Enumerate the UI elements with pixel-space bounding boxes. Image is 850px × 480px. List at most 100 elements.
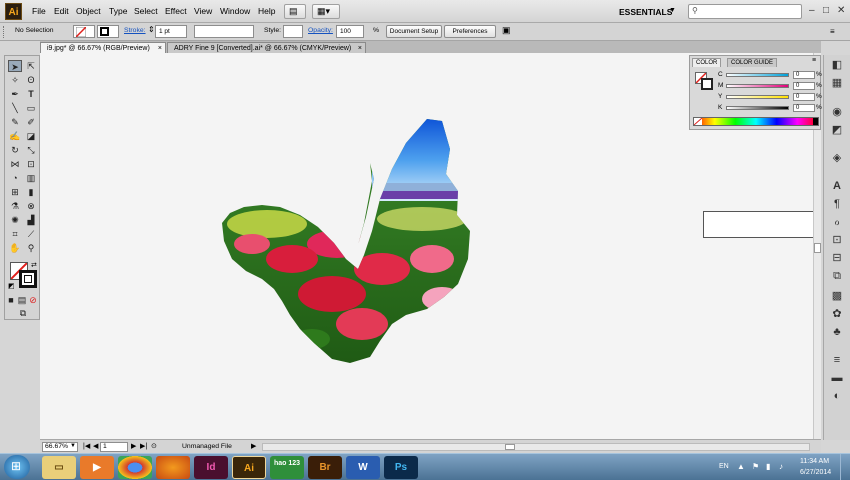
next-artboard-icon[interactable]: ▶ [131,442,136,450]
variable-width-profile[interactable] [194,25,254,38]
color-mode-icon[interactable]: ■ [6,294,16,306]
direct-selection-tool-icon[interactable]: ⇱ [24,60,38,72]
selection-tool-icon[interactable]: ➤ [8,60,22,72]
previous-artboard-icon[interactable]: ◀ [93,442,98,450]
color-panel-icon[interactable]: ◧ [826,57,848,73]
clock-time[interactable]: 11:34 AM [800,458,829,465]
tab-color-guide[interactable]: COLOR GUIDE [727,58,778,67]
magenta-slider[interactable] [726,84,789,88]
gradient-mode-icon[interactable]: ▤ [17,294,27,306]
cyan-slider[interactable] [726,73,789,77]
workspace-switcher[interactable]: ESSENTIALS [619,7,672,17]
gradient-tool-icon[interactable]: ▮ [24,186,38,198]
tab-i9-jpg[interactable]: i9.jpg* @ 66.67% (RGB/Preview) × [40,42,166,53]
stroke-panel-icon[interactable]: ≡ [826,352,848,368]
gradient-panel-icon[interactable]: ▬ [826,370,848,386]
word-taskbar-button[interactable]: W [346,456,380,479]
appearance-icon[interactable]: ◉ [826,104,848,120]
menu-edit[interactable]: Edit [54,6,69,16]
width-tool-icon[interactable]: ⋈ [8,158,22,170]
swap-fill-stroke-icon[interactable]: ⇄ [31,261,37,269]
close-icon[interactable]: ✕ [837,5,845,16]
document-setup-button[interactable]: Document Setup [386,25,442,38]
bridge-taskbar-button[interactable]: Br [308,456,342,479]
horizontal-scrollbar[interactable] [262,443,810,451]
blob-brush-tool-icon[interactable]: ✍ [8,130,22,142]
panel-menu-icon[interactable]: ≡ [830,27,835,36]
magic-wand-tool-icon[interactable]: ✧ [8,74,22,86]
symbols-panel-icon[interactable]: ♣ [826,324,848,340]
color-guide-icon[interactable]: ▦ [826,75,848,91]
brushes-icon[interactable]: ✿ [826,306,848,322]
character-icon[interactable]: A [826,178,848,194]
menu-file[interactable]: File [32,6,46,16]
paragraph-icon[interactable]: ¶ [826,196,848,212]
mesh-tool-icon[interactable]: ⊞ [8,186,22,198]
chrome-taskbar-button[interactable] [118,456,152,479]
arrange-documents-button[interactable]: ▦▾ [312,4,340,19]
menu-view[interactable]: View [194,6,212,16]
symbols-icon[interactable]: ◈ [826,150,848,166]
black-slider[interactable] [726,106,789,110]
vertical-scroll-thumb[interactable] [814,243,821,253]
search-input[interactable]: ⚲ [688,4,802,19]
first-artboard-icon[interactable]: |◀ [83,442,90,450]
menu-help[interactable]: Help [258,6,275,16]
stroke-weight-field[interactable]: 1 pt [155,25,187,38]
rotate-tool-icon[interactable]: ↻ [8,144,22,156]
minimize-icon[interactable]: – [809,5,815,16]
slice-tool-icon[interactable]: ⟋ [24,228,38,240]
start-button[interactable]: ⊞ [4,455,30,479]
transparency-icon[interactable]: ◐ [826,388,848,404]
paintbrush-tool-icon[interactable]: ✎ [8,116,22,128]
panel-options-icon[interactable]: ≡ [812,57,816,64]
empty-artboard-frame[interactable] [703,211,815,238]
tab-adry-fine-9[interactable]: ADRY Fine 9 [Converted].ai* @ 66.67% (CM… [167,42,366,53]
black-value-field[interactable]: 0 [793,104,815,112]
free-transform-tool-icon[interactable]: ⊡ [24,158,38,170]
none-mode-icon[interactable]: ⊘ [28,294,38,306]
perspective-grid-tool-icon[interactable]: ▥ [24,172,38,184]
graphic-styles-icon[interactable]: ◩ [826,122,848,138]
stroke-stepper[interactable]: ⇕ [148,25,155,34]
opacity-label[interactable]: Opacity: [308,27,333,34]
illustrator-taskbar-button[interactable]: Ai [232,456,266,479]
action-center-icon[interactable]: ⚑ [752,462,759,471]
tray-expand-icon[interactable]: ▲ [737,462,745,471]
hand-tool-icon[interactable]: ✋ [8,242,22,254]
workspace-dropdown-icon[interactable]: ▼ [669,7,676,14]
horizontal-scroll-thumb[interactable] [505,444,515,450]
transform-icon[interactable]: ⊡ [826,232,848,248]
maximize-icon[interactable]: □ [823,5,829,16]
blend-tool-icon[interactable]: ⊗ [24,200,38,212]
menu-effect[interactable]: Effect [165,6,187,16]
align-icon[interactable]: ⊟ [826,250,848,266]
column-graph-tool-icon[interactable]: ▟ [24,214,38,226]
black-swatch[interactable] [813,118,818,125]
type-tool-icon[interactable]: T [24,88,38,100]
menu-object[interactable]: Object [76,6,101,16]
eyedropper-tool-icon[interactable]: ⚗ [8,200,22,212]
network-icon[interactable]: ▮ [766,462,770,471]
menu-window[interactable]: Window [220,6,250,16]
status-menu-icon[interactable]: ▶ [251,442,256,450]
zoom-dropdown-icon[interactable]: ▼ [70,443,76,449]
magenta-value-field[interactable]: 0 [793,82,815,90]
stroke-swatch[interactable] [97,25,119,38]
scale-tool-icon[interactable]: ⤡ [24,144,38,156]
lasso-tool-icon[interactable]: ʘ [24,74,38,86]
menu-select[interactable]: Select [134,6,158,16]
tab-color[interactable]: COLOR [692,58,722,67]
opentype-icon[interactable]: ℴ [826,214,848,230]
artboard-tool-icon[interactable]: ⌗ [8,228,22,240]
hao123-taskbar-button[interactable]: hao 123 [270,456,304,479]
volume-icon[interactable]: ♪ [779,462,783,471]
reveal-in-bridge-icon[interactable]: ⊙ [151,442,157,450]
color-spectrum-bar[interactable] [693,117,819,126]
bridge-button[interactable]: ▤ [284,4,306,19]
media-player-taskbar-button[interactable]: ▶ [80,456,114,479]
menu-type[interactable]: Type [109,6,127,16]
firefox-taskbar-button[interactable] [156,456,190,479]
swatches-icon[interactable]: ▩ [826,288,848,304]
explorer-taskbar-button[interactable]: ▭ [42,456,76,479]
